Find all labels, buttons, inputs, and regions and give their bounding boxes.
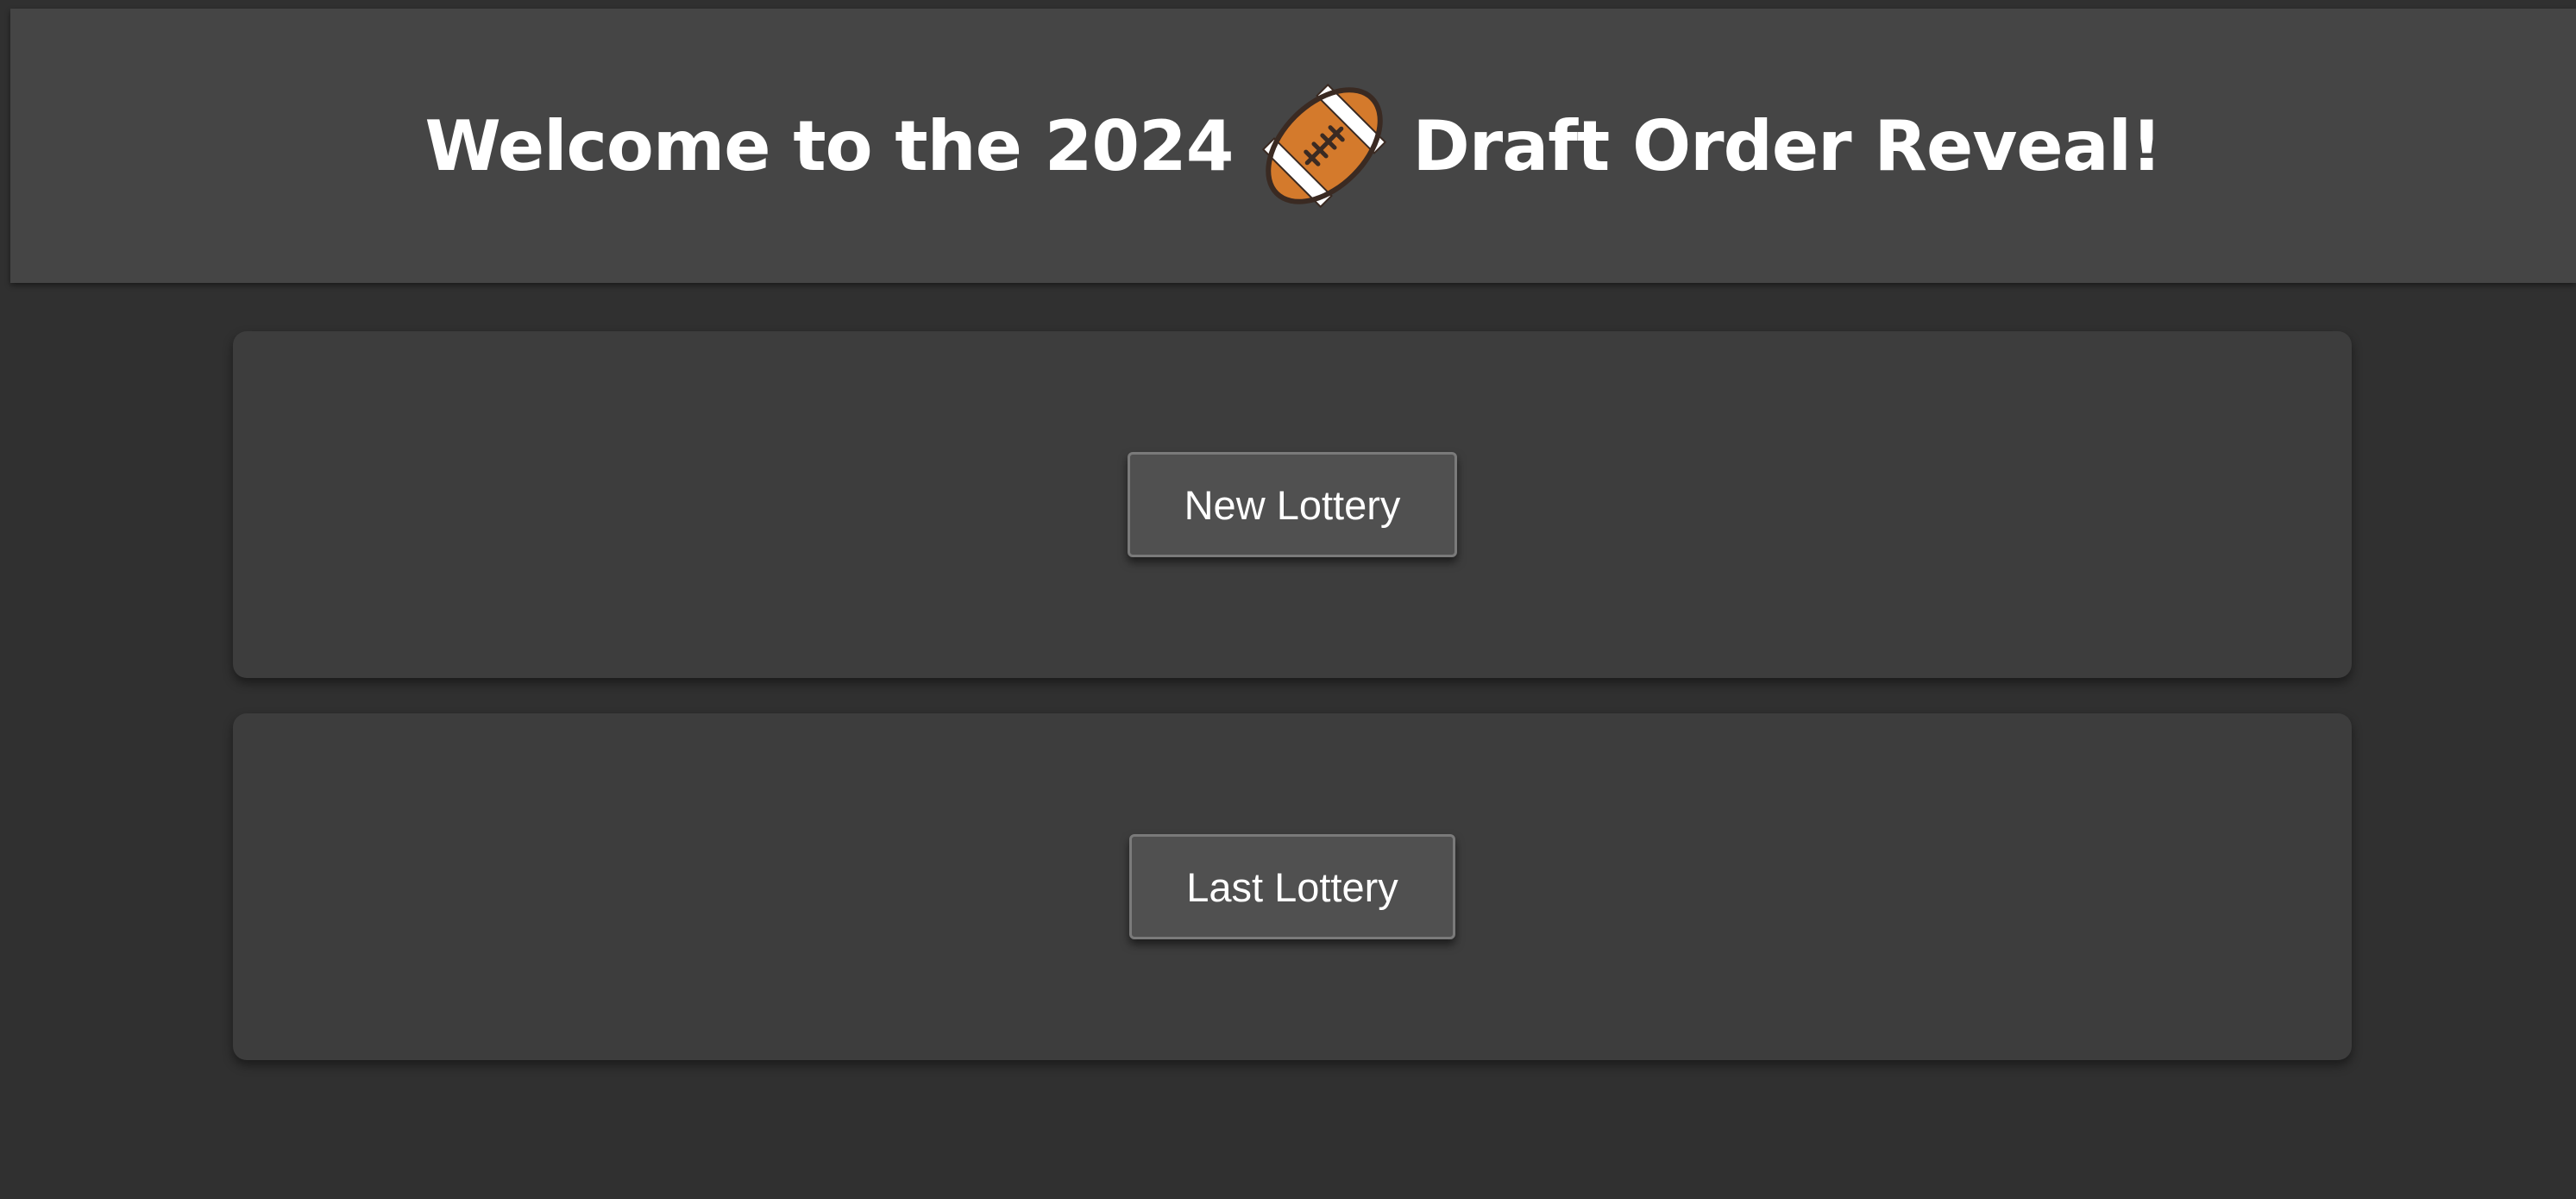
new-lottery-panel: New Lottery [233,331,2352,678]
page: Welcome to the 2024 Draft Order Reveal! … [0,0,2576,1199]
new-lottery-button[interactable]: New Lottery [1128,452,1457,557]
page-title: Welcome to the 2024 Draft Order Reveal! [424,77,2163,215]
last-lottery-panel: Last Lottery [233,713,2352,1060]
title-text-after: Draft Order Reveal! [1412,105,2162,186]
football-icon [1255,77,1393,215]
last-lottery-button[interactable]: Last Lottery [1129,834,1455,939]
header-banner: Welcome to the 2024 Draft Order Reveal! [10,9,2576,283]
title-text-before: Welcome to the 2024 [424,105,1234,186]
